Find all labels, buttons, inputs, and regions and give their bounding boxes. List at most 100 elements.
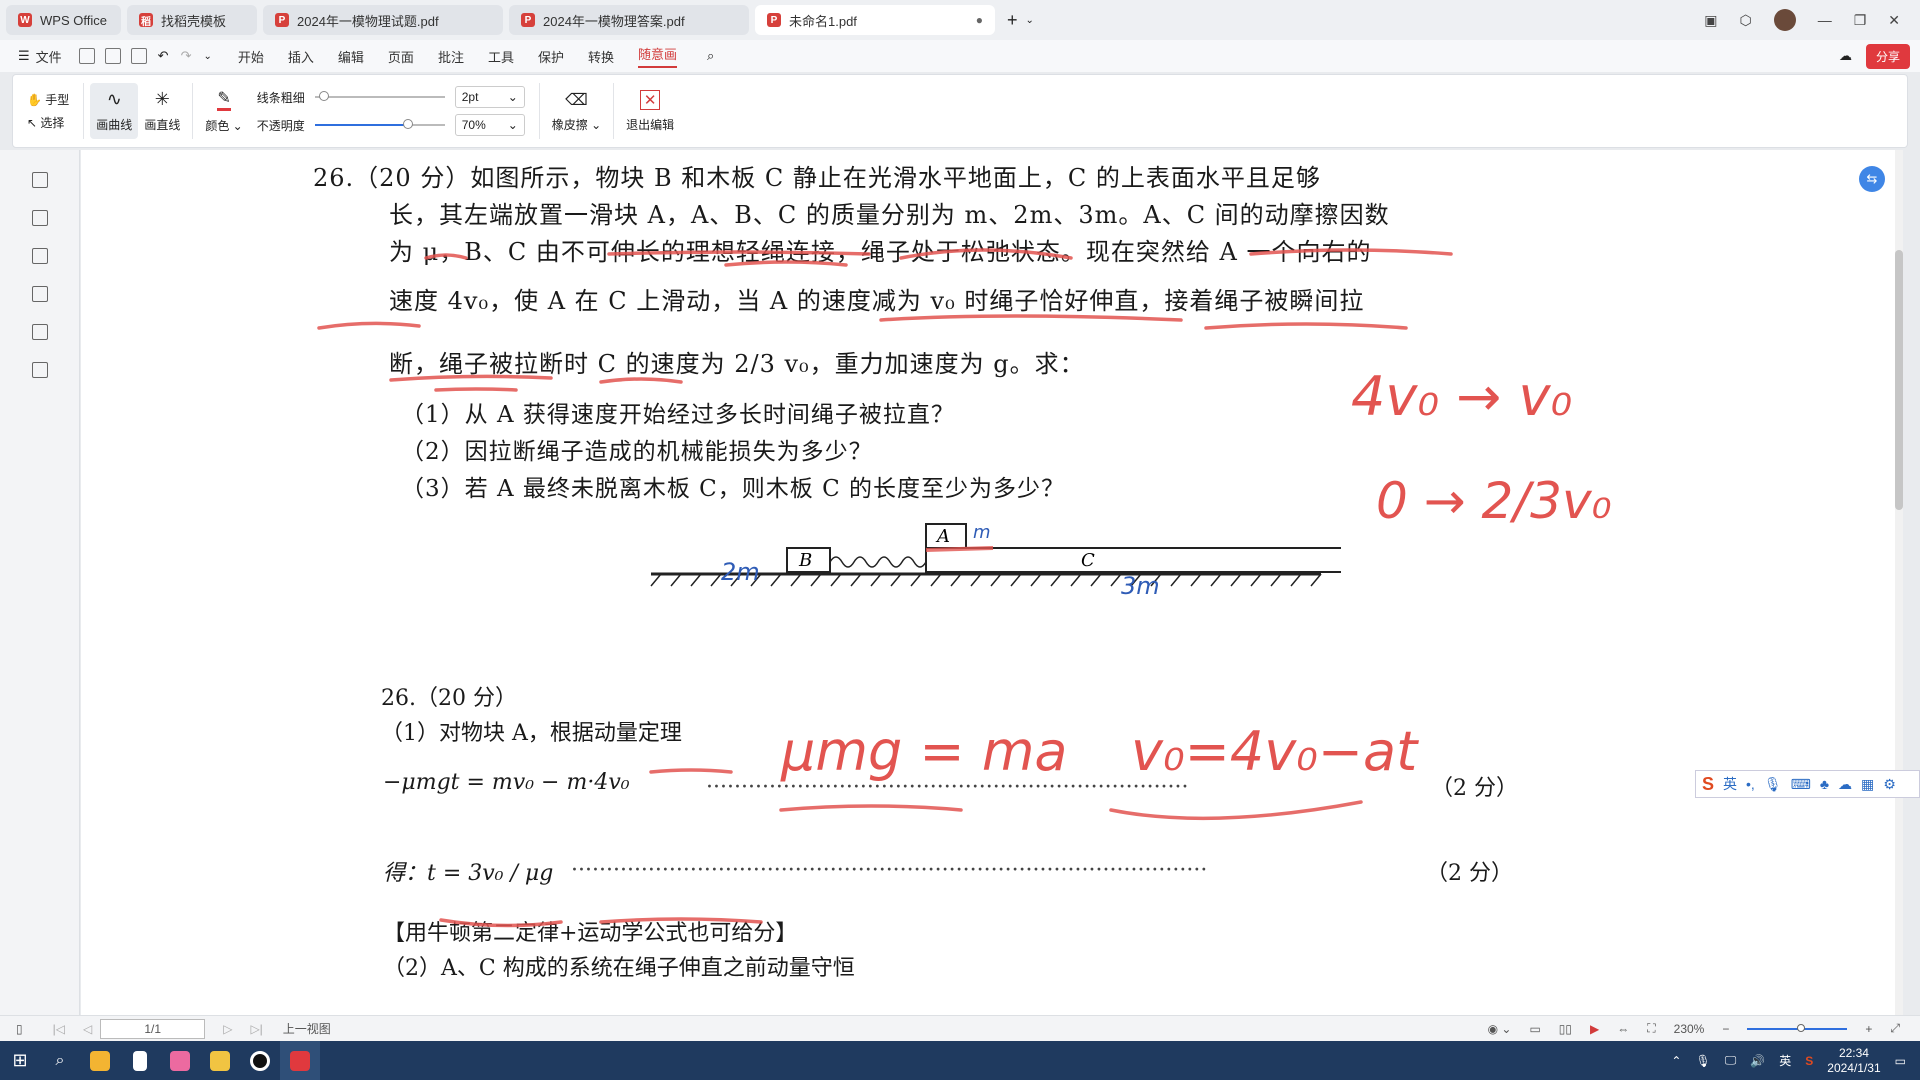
fit-width-icon[interactable]: ⇔ xyxy=(1617,1022,1629,1036)
notification-icon[interactable]: ▭ xyxy=(1895,1054,1906,1068)
draw-line-button[interactable]: ✳ 画直线 xyxy=(138,83,186,139)
eraser-button[interactable]: ⌫ 橡皮擦 ⌄ xyxy=(546,84,607,139)
cloud-icon[interactable]: ☁ xyxy=(1839,48,1852,64)
next-page-icon[interactable]: ▷ xyxy=(223,1022,232,1036)
sogou-icon[interactable]: S xyxy=(1702,774,1714,795)
fit-page-icon[interactable]: ⛶ xyxy=(1647,1021,1655,1036)
tray-lang[interactable]: 英 xyxy=(1779,1052,1791,1069)
tab-pdf-questions[interactable]: P 2024年一模物理试题.pdf xyxy=(263,5,503,35)
start-button[interactable]: ⊞ xyxy=(0,1041,40,1080)
prev-view-button[interactable]: 上一视图 xyxy=(283,1020,331,1037)
menu-convert[interactable]: 转换 xyxy=(588,47,614,66)
ime-lang[interactable]: 英 xyxy=(1723,774,1737,794)
ime-toolbar[interactable]: S 英 •, 🎙 ⌨ ♣ ☁ ▦ ⚙ xyxy=(1695,770,1920,798)
hand-tool-button[interactable]: ✋ 手型 xyxy=(27,91,69,108)
menu-tools[interactable]: 工具 xyxy=(488,47,514,66)
slider-knob[interactable] xyxy=(318,91,329,101)
search-icon[interactable]: ⌕ xyxy=(40,1041,80,1080)
zoom-slider[interactable] xyxy=(1747,1023,1848,1032)
comment-icon[interactable] xyxy=(31,248,48,264)
undo-icon[interactable]: ↶ xyxy=(158,48,169,64)
color-button[interactable]: ✎ 颜色 ⌄ xyxy=(199,82,248,140)
draw-curve-button[interactable]: ∿ 画曲线 xyxy=(90,83,139,139)
notepad-icon[interactable] xyxy=(120,1041,160,1080)
play-icon[interactable]: ▶ xyxy=(1590,1022,1599,1036)
hamburger-icon[interactable]: ☰ xyxy=(18,48,30,64)
vertical-scrollbar[interactable] xyxy=(1895,150,1903,1015)
thickness-select[interactable]: 2pt ⌄ xyxy=(454,86,525,108)
tab-untitled-pdf[interactable]: P 未命名1.pdf ● xyxy=(755,5,995,35)
first-page-icon[interactable]: |◁ xyxy=(53,1022,65,1036)
menu-freehand[interactable]: 随意画 xyxy=(638,44,678,68)
redo-icon[interactable]: ↷ xyxy=(181,48,192,64)
tab-list-chevron-icon[interactable]: ⌄ xyxy=(1026,15,1034,26)
more-chevron-icon[interactable]: ⌄ xyxy=(203,51,211,62)
double-page-icon[interactable]: ▯▯ xyxy=(1559,1022,1572,1036)
thickness-slider[interactable] xyxy=(314,91,445,101)
menu-annotate[interactable]: 批注 xyxy=(438,47,464,66)
save-icon[interactable] xyxy=(104,48,121,64)
record-app-icon[interactable] xyxy=(240,1041,280,1080)
tab-pdf-answers[interactable]: P 2024年一模物理答案.pdf xyxy=(509,5,749,35)
page-number-input[interactable]: 1/1 xyxy=(100,1018,206,1039)
cloud-ime-icon[interactable]: ☁ xyxy=(1838,776,1852,793)
bookmark-icon[interactable] xyxy=(31,172,48,188)
tab-dot-icon[interactable]: ● xyxy=(976,13,983,27)
security-app-icon[interactable] xyxy=(80,1041,120,1080)
menu-protect[interactable]: 保护 xyxy=(538,47,564,66)
skin-icon[interactable]: ♣ xyxy=(1820,776,1829,792)
open-icon[interactable] xyxy=(78,48,95,64)
sync-icon[interactable]: ⇆ xyxy=(1859,166,1885,192)
keyboard-icon[interactable]: ⌨ xyxy=(1791,776,1811,793)
volume-icon[interactable]: 🔊 xyxy=(1750,1054,1765,1068)
select-tool-button[interactable]: ↖ 选择 xyxy=(27,114,64,131)
restore-icon[interactable]: ❐ xyxy=(1854,12,1867,29)
signature-icon[interactable] xyxy=(31,324,48,340)
tray-chevron-icon[interactable]: ⌃ xyxy=(1671,1054,1681,1068)
menu-home[interactable]: 开始 xyxy=(238,47,264,66)
print-icon[interactable] xyxy=(130,48,147,64)
scroll-thumb[interactable] xyxy=(1895,250,1903,510)
grid-icon[interactable]: ▦ xyxy=(1861,776,1874,793)
settings-icon[interactable]: ⚙ xyxy=(1883,776,1896,793)
punct-icon[interactable]: •, xyxy=(1746,776,1755,792)
cube-icon[interactable]: ⬡ xyxy=(1739,12,1751,29)
single-page-icon[interactable]: ▭ xyxy=(1529,1022,1540,1036)
network-icon[interactable]: 🖵 xyxy=(1725,1053,1737,1068)
eye-icon[interactable]: ◉ ⌄ xyxy=(1488,1022,1512,1036)
attachment-icon[interactable] xyxy=(31,286,48,302)
menu-file[interactable]: 文件 xyxy=(36,47,62,66)
tab-wps-office[interactable]: W WPS Office xyxy=(6,5,121,35)
minimize-icon[interactable]: — xyxy=(1818,12,1832,28)
last-page-icon[interactable]: ▷| xyxy=(250,1022,262,1036)
opacity-slider[interactable] xyxy=(314,119,445,129)
avatar[interactable] xyxy=(1773,9,1796,31)
menu-insert[interactable]: 插入 xyxy=(288,47,314,66)
zoom-in-icon[interactable]: + xyxy=(1865,1022,1872,1036)
new-tab-icon[interactable]: + xyxy=(1007,10,1018,31)
mic-icon[interactable]: 🎙 xyxy=(1764,776,1782,793)
file-explorer-icon[interactable] xyxy=(200,1041,240,1080)
zoom-out-icon[interactable]: − xyxy=(1722,1022,1729,1036)
document-canvas[interactable]: 26.（20 分）如图所示，物块 B 和木板 C 静止在光滑水平地面上，C 的上… xyxy=(81,150,1903,1015)
fullscreen-icon[interactable]: ⤢ xyxy=(1890,1021,1900,1036)
search-icon[interactable]: ⌕ xyxy=(707,48,714,64)
share-button[interactable]: 分享 xyxy=(1865,43,1910,69)
menu-edit[interactable]: 编辑 xyxy=(338,47,364,66)
exit-edit-button[interactable]: ✕ 退出编辑 xyxy=(620,84,680,139)
zoom-value[interactable]: 230% xyxy=(1674,1022,1705,1036)
opacity-select[interactable]: 70% ⌄ xyxy=(454,114,525,136)
prev-page-icon[interactable]: ◁ xyxy=(83,1022,92,1036)
thumbnail-icon[interactable] xyxy=(31,210,48,226)
layout-icon[interactable]: ▣ xyxy=(1704,12,1717,29)
sogou-tray-icon[interactable]: S xyxy=(1805,1054,1813,1068)
wps-taskbar-icon[interactable] xyxy=(280,1041,320,1080)
media-app-icon[interactable] xyxy=(160,1041,200,1080)
sidebar-toggle-icon[interactable]: ▯ xyxy=(16,1022,23,1036)
clock[interactable]: 22:34 2024/1/31 xyxy=(1827,1046,1880,1076)
mic-tray-icon[interactable]: 🎙 xyxy=(1695,1054,1710,1068)
slider-knob[interactable] xyxy=(402,119,413,129)
zoom-knob[interactable] xyxy=(1797,1023,1806,1032)
layers-icon[interactable] xyxy=(31,362,48,378)
menu-page[interactable]: 页面 xyxy=(388,47,414,66)
